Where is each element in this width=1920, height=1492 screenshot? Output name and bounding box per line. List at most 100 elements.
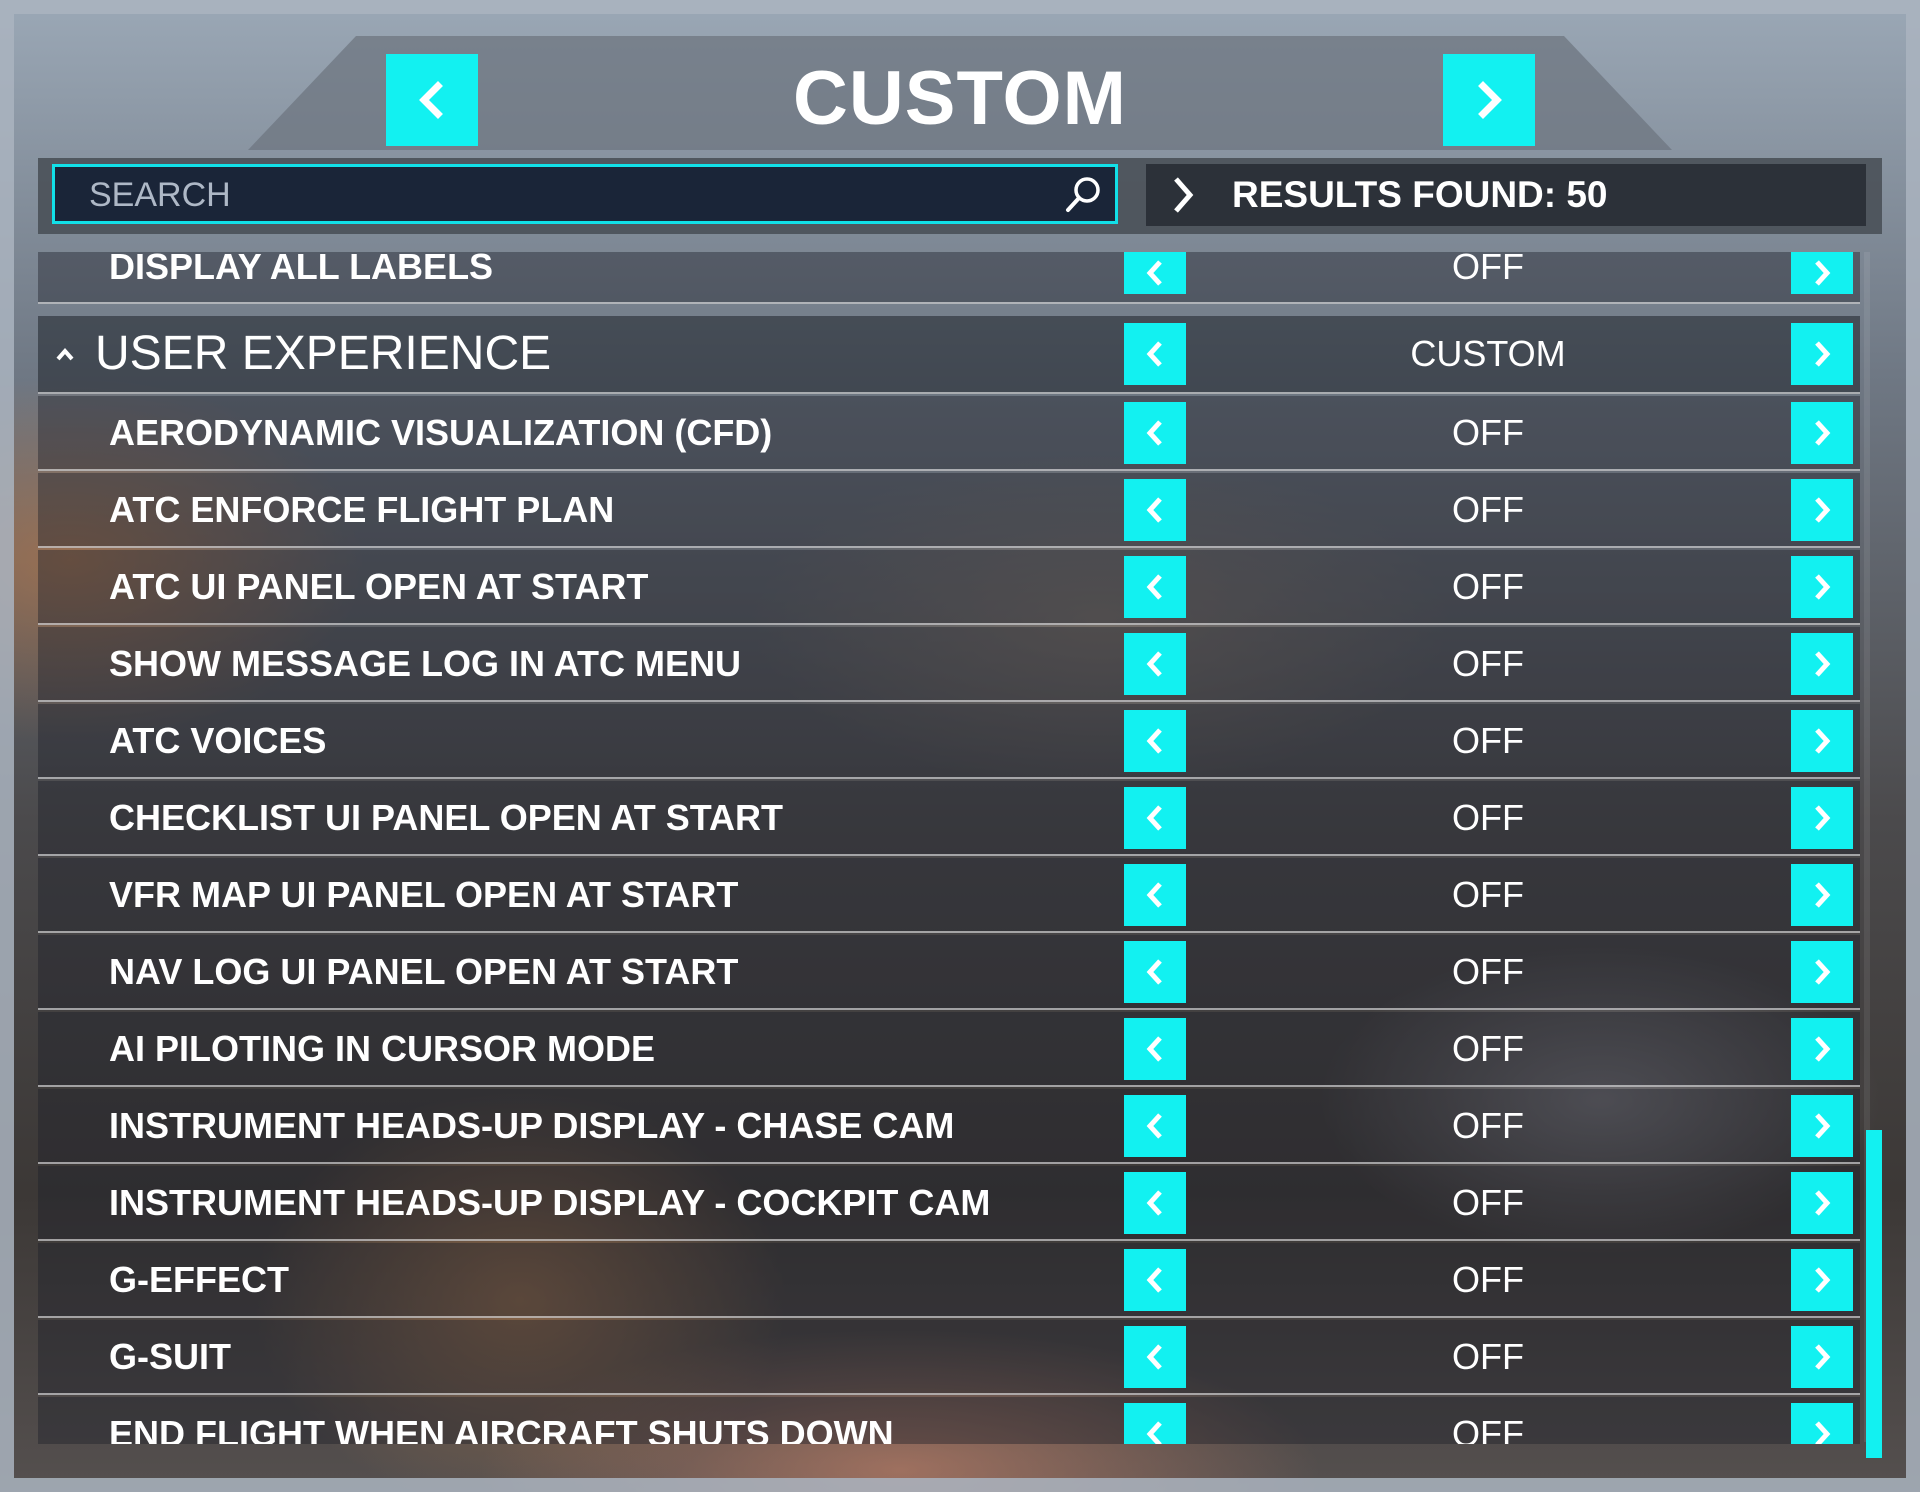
setting-row: G-EFFECT OFF [38,1243,1860,1318]
search-box[interactable] [52,164,1118,224]
results-count: RESULTS FOUND: 50 [1232,174,1608,215]
chevron-right-icon [1174,177,1194,213]
setting-label: END FLIGHT WHEN AIRCRAFT SHUTS DOWN [109,1413,894,1444]
chevron-left-icon [1146,260,1162,286]
section-next-button[interactable] [1791,323,1853,385]
chevron-left-icon [1146,420,1162,446]
preset-prev-button[interactable] [386,54,478,146]
setting-row: NAV LOG UI PANEL OPEN AT START OFF [38,935,1860,1010]
setting-value: OFF [1452,252,1524,287]
chevron-right-icon [1815,260,1831,286]
chevron-left-icon [1146,882,1162,908]
setting-label: DISPLAY ALL LABELS [109,252,494,287]
setting-next-button[interactable] [1791,252,1853,294]
chevron-right-icon [1815,1344,1831,1370]
settings-rows: AERODYNAMIC VISUALIZATION (CFD) OFF ATC EN… [38,396,1860,1444]
setting-prev-button[interactable] [1124,787,1186,849]
setting-prev-button[interactable] [1124,710,1186,772]
setting-prev-button[interactable] [1124,1403,1186,1444]
setting-next-button[interactable] [1791,402,1853,464]
chevron-right-icon [1815,882,1831,908]
setting-next-button[interactable] [1791,1403,1853,1444]
setting-prev-button[interactable] [1124,402,1186,464]
setting-next-button[interactable] [1791,864,1853,926]
chevron-right-icon [1478,81,1502,119]
setting-label: G-EFFECT [109,1259,289,1300]
setting-value: OFF [1452,1259,1524,1300]
setting-prev-button[interactable] [1124,1326,1186,1388]
section-prev-button[interactable] [1124,323,1186,385]
setting-value: OFF [1452,1028,1524,1069]
setting-row: ATC ENFORCE FLIGHT PLAN OFF [38,473,1860,548]
setting-row: VFR MAP UI PANEL OPEN AT START OFF [38,858,1860,933]
setting-next-button[interactable] [1791,479,1853,541]
setting-label: SHOW MESSAGE LOG IN ATC MENU [109,643,742,684]
chevron-left-icon [1146,1190,1162,1216]
chevron-right-icon [1815,1421,1831,1444]
setting-label: INSTRUMENT HEADS-UP DISPLAY - COCKPIT CA… [109,1182,991,1223]
settings-list: DISPLAY ALL LABELS OFF USER EXPERIENCE C… [38,252,1860,1444]
setting-value: OFF [1452,1105,1524,1146]
setting-label: ATC ENFORCE FLIGHT PLAN [109,489,615,530]
setting-row: CHECKLIST UI PANEL OPEN AT START OFF [38,781,1860,856]
setting-row: ATC UI PANEL OPEN AT START OFF [38,550,1860,625]
chevron-left-icon [1146,959,1162,985]
setting-label: VFR MAP UI PANEL OPEN AT START [109,874,739,915]
setting-next-button[interactable] [1791,1172,1853,1234]
setting-next-button[interactable] [1791,1249,1853,1311]
setting-value: OFF [1452,797,1524,838]
setting-prev-button[interactable] [1124,941,1186,1003]
chevron-right-icon [1815,1190,1831,1216]
setting-value: OFF [1452,1336,1524,1377]
scrollbar-thumb[interactable] [1866,1130,1882,1458]
caret-up-icon[interactable] [54,344,76,364]
chevron-right-icon [1815,574,1831,600]
setting-prev-button[interactable] [1124,1018,1186,1080]
search-icon[interactable] [1061,173,1105,217]
setting-prev-button[interactable] [1124,252,1186,294]
setting-next-button[interactable] [1791,556,1853,618]
chevron-right-icon [1815,1113,1831,1139]
chevron-left-icon [1146,1344,1162,1370]
setting-next-button[interactable] [1791,941,1853,1003]
page-title: CUSTOM [793,56,1127,141]
setting-prev-button[interactable] [1124,1172,1186,1234]
setting-prev-button[interactable] [1124,1095,1186,1157]
chevron-left-icon [1146,574,1162,600]
setting-next-button[interactable] [1791,1018,1853,1080]
setting-prev-button[interactable] [1124,556,1186,618]
chevron-right-icon [1815,728,1831,754]
preset-next-button[interactable] [1443,54,1535,146]
setting-value: OFF [1452,1413,1524,1444]
chevron-right-icon [1815,805,1831,831]
setting-label: AERODYNAMIC VISUALIZATION (CFD) [109,412,773,453]
section-header-user-experience[interactable]: USER EXPERIENCE CUSTOM [38,316,1860,394]
chevron-left-icon [1146,341,1162,367]
setting-label: ATC UI PANEL OPEN AT START [109,566,649,607]
setting-prev-button[interactable] [1124,864,1186,926]
setting-next-button[interactable] [1791,710,1853,772]
setting-next-button[interactable] [1791,1326,1853,1388]
chevron-left-icon [1146,1267,1162,1293]
section-label: USER EXPERIENCE [95,327,552,380]
search-input[interactable] [87,167,1051,223]
setting-value: OFF [1452,720,1524,761]
setting-prev-button[interactable] [1124,633,1186,695]
setting-next-button[interactable] [1791,1095,1853,1157]
setting-next-button[interactable] [1791,787,1853,849]
setting-next-button[interactable] [1791,633,1853,695]
setting-value: OFF [1452,566,1524,607]
setting-prev-button[interactable] [1124,1249,1186,1311]
setting-label: INSTRUMENT HEADS-UP DISPLAY - CHASE CAM [109,1105,955,1146]
chevron-left-icon [419,81,443,119]
setting-prev-button[interactable] [1124,479,1186,541]
setting-label: AI PILOTING IN CURSOR MODE [109,1028,656,1069]
chevron-left-icon [1146,1421,1162,1444]
setting-value: OFF [1452,951,1524,992]
setting-value: OFF [1452,1182,1524,1223]
chevron-right-icon [1815,341,1831,367]
setting-label: CHECKLIST UI PANEL OPEN AT START [109,797,784,838]
chevron-left-icon [1146,1113,1162,1139]
results-panel: RESULTS FOUND: 50 [1146,164,1866,226]
chevron-right-icon [1815,959,1831,985]
